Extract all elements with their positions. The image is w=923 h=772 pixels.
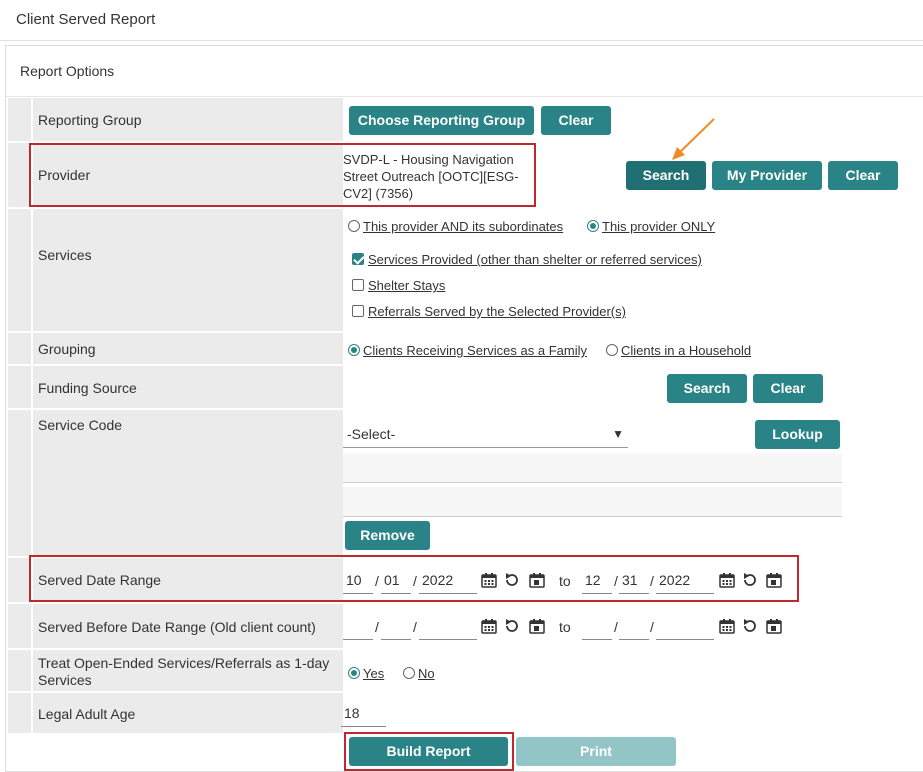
treat-no-option[interactable]: No — [403, 666, 435, 681]
grouping-label: Grouping — [38, 341, 96, 357]
services-provided-option[interactable]: Services Provided (other than shelter or… — [352, 252, 702, 267]
radio-selected-icon[interactable] — [587, 220, 599, 232]
checkbox-icon[interactable] — [352, 305, 364, 317]
before-to-day-field[interactable] — [619, 612, 649, 640]
chevron-down-icon: ▼ — [612, 427, 624, 441]
legal-adult-age-label: Legal Adult Age — [38, 706, 136, 722]
panel-header: Report Options — [6, 46, 923, 97]
reset-icon[interactable] — [504, 618, 520, 634]
before-from-year-field[interactable] — [419, 612, 477, 640]
service-code-remove-button[interactable]: Remove — [345, 521, 430, 550]
today-icon[interactable] — [529, 618, 545, 634]
provider-search-button[interactable]: Search — [626, 161, 706, 190]
funding-source-label: Funding Source — [38, 380, 137, 396]
grouping-household-option[interactable]: Clients in a Household — [606, 343, 751, 358]
treat-yes-option[interactable]: Yes — [348, 666, 384, 681]
checkbox-icon[interactable] — [352, 279, 364, 291]
window-titlebar: Client Served Report — [0, 0, 923, 41]
grouping-family-option[interactable]: Clients Receiving Services as a Family — [348, 343, 587, 358]
build-report-highlight-box — [344, 732, 514, 771]
service-code-list-box-2[interactable] — [343, 487, 842, 517]
print-button[interactable]: Print — [516, 737, 676, 766]
radio-icon[interactable] — [403, 667, 415, 679]
served-before-label: Served Before Date Range (Old client cou… — [38, 619, 316, 635]
row-legal-adult-age: Legal Adult Age — [8, 693, 913, 733]
service-code-list-box[interactable] — [343, 453, 842, 483]
shelter-stays-option[interactable]: Shelter Stays — [352, 278, 445, 293]
reporting-group-clear-button[interactable]: Clear — [541, 106, 611, 135]
before-to-year-field[interactable] — [656, 612, 714, 640]
to-label: to — [559, 619, 571, 635]
checkbox-checked-icon[interactable] — [352, 253, 364, 265]
radio-selected-icon[interactable] — [348, 344, 360, 356]
radio-selected-icon[interactable] — [348, 667, 360, 679]
before-from-day-field[interactable] — [381, 612, 411, 640]
service-code-select[interactable]: -Select- ▼ — [343, 420, 628, 448]
row-treat-open-ended: Treat Open-Ended Services/Referrals as 1… — [8, 650, 913, 693]
arrow-annotation-icon — [672, 118, 715, 160]
services-label: Services — [38, 247, 92, 263]
reset-icon[interactable] — [742, 618, 758, 634]
calendar-icon[interactable] — [481, 618, 497, 634]
date-range-highlight-box — [29, 555, 799, 602]
provider-clear-button[interactable]: Clear — [828, 161, 898, 190]
date-separator: / — [650, 619, 654, 635]
date-separator: / — [614, 619, 618, 635]
calendar-icon[interactable] — [719, 618, 735, 634]
scope-option-only[interactable]: This provider ONLY — [587, 219, 715, 234]
choose-reporting-group-button[interactable]: Choose Reporting Group — [349, 106, 534, 135]
my-provider-button[interactable]: My Provider — [712, 161, 822, 190]
service-code-label: Service Code — [38, 417, 123, 433]
before-to-month-field[interactable] — [582, 612, 612, 640]
radio-icon[interactable] — [606, 344, 618, 356]
treat-open-ended-label: Treat Open-Ended Services/Referrals as 1… — [38, 655, 330, 688]
date-separator: / — [413, 619, 417, 635]
scope-option-subordinates[interactable]: This provider AND its subordinates — [348, 219, 563, 234]
window-title: Client Served Report — [16, 11, 156, 28]
funding-source-search-button[interactable]: Search — [667, 374, 747, 403]
today-icon[interactable] — [766, 618, 782, 634]
legal-adult-age-field[interactable]: 18 — [341, 699, 386, 727]
date-separator: / — [375, 619, 379, 635]
funding-source-clear-button[interactable]: Clear — [753, 374, 823, 403]
panel-title: Report Options — [20, 63, 115, 79]
radio-icon[interactable] — [348, 220, 360, 232]
before-from-month-field[interactable] — [343, 612, 373, 640]
referrals-served-option[interactable]: Referrals Served by the Selected Provide… — [352, 304, 626, 319]
provider-highlight-box — [29, 143, 536, 207]
service-code-lookup-button[interactable]: Lookup — [755, 420, 840, 449]
reporting-group-label: Reporting Group — [38, 112, 142, 128]
